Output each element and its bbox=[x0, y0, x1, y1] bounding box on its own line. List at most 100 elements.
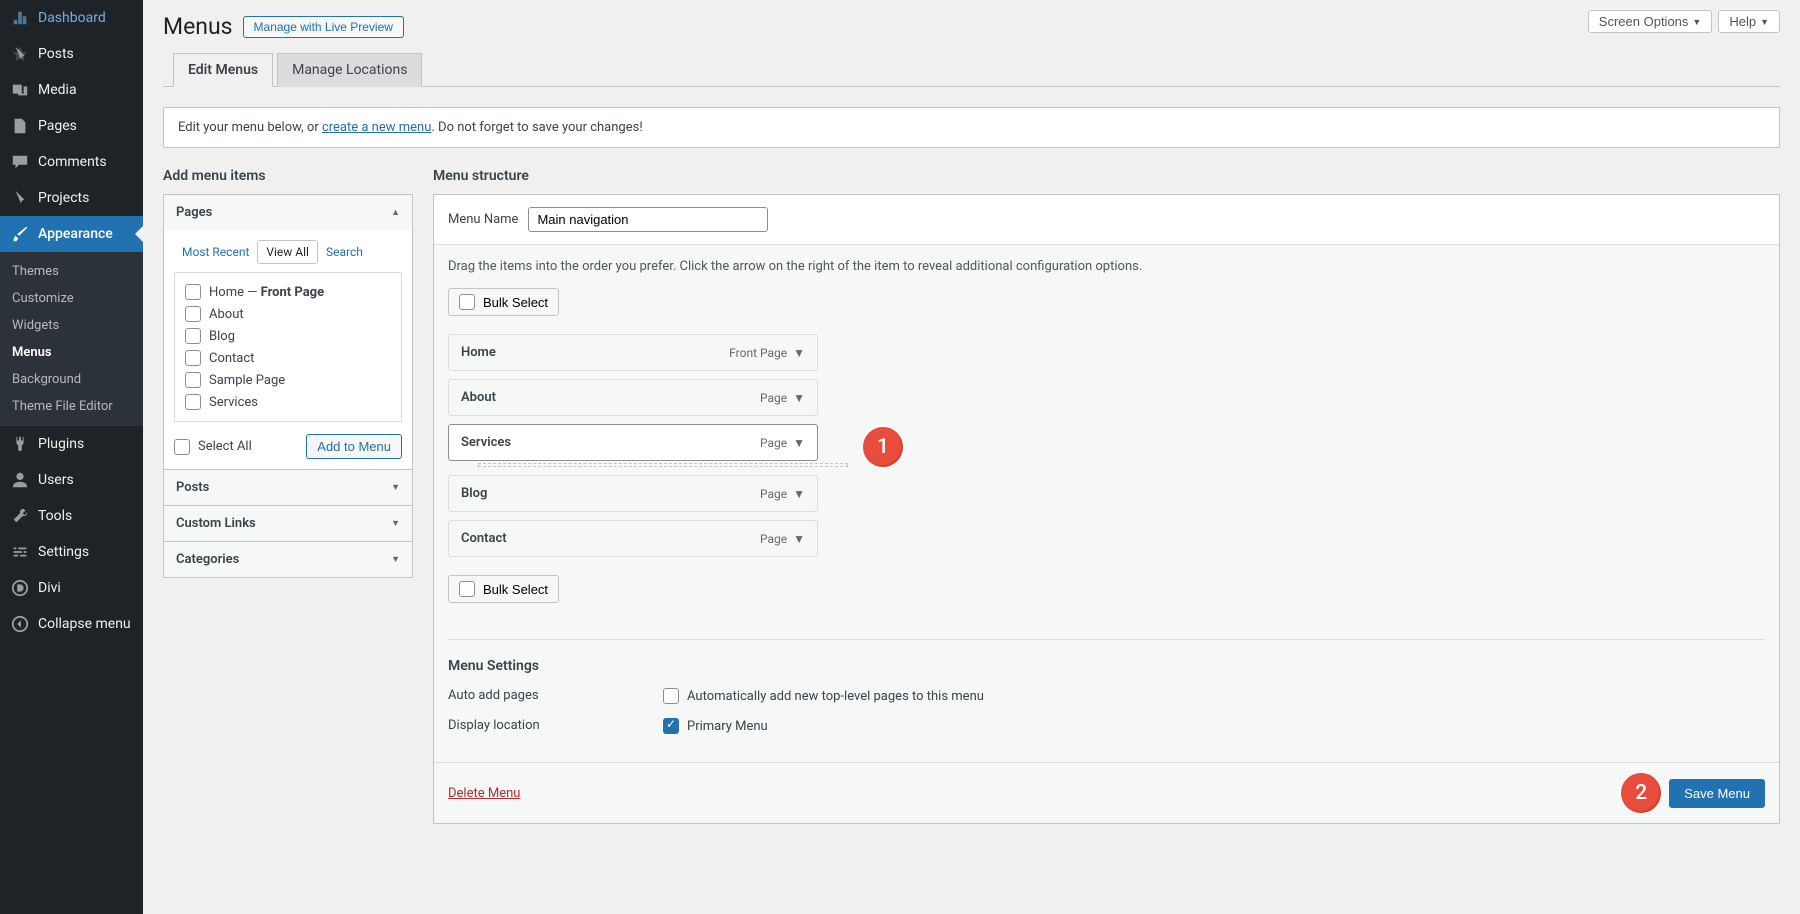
checkbox[interactable] bbox=[174, 439, 190, 455]
create-menu-link[interactable]: create a new menu bbox=[322, 120, 431, 135]
add-to-menu-button[interactable]: Add to Menu bbox=[306, 434, 402, 459]
menu-item-type: Front Page bbox=[729, 346, 787, 360]
checkbox[interactable] bbox=[185, 372, 201, 388]
screen-options-button[interactable]: Screen Options ▼ bbox=[1588, 10, 1713, 33]
bulk-select-button-top[interactable]: Bulk Select bbox=[448, 288, 559, 316]
chevron-down-icon: ▼ bbox=[391, 554, 400, 565]
save-menu-button[interactable]: Save Menu bbox=[1669, 779, 1765, 808]
menu-item-label: Blog bbox=[461, 486, 487, 501]
delete-menu-link[interactable]: Delete Menu bbox=[448, 786, 520, 801]
sidebar-item-divi[interactable]: Divi bbox=[0, 570, 143, 606]
submenu-customize[interactable]: Customize bbox=[0, 285, 143, 312]
chevron-down-icon[interactable]: ▼ bbox=[793, 532, 805, 546]
media-icon bbox=[10, 80, 30, 100]
tab-edit-menus[interactable]: Edit Menus bbox=[173, 53, 273, 87]
tabs: Edit Menus Manage Locations bbox=[163, 52, 1780, 87]
inner-tab-search[interactable]: Search bbox=[318, 241, 371, 263]
chevron-down-icon[interactable]: ▼ bbox=[793, 346, 805, 360]
sidebar-item-users[interactable]: Users bbox=[0, 462, 143, 498]
page-title: Menus bbox=[163, 13, 233, 40]
menu-editor: Menu Name Drag the items into the order … bbox=[433, 194, 1780, 824]
live-preview-button[interactable]: Manage with Live Preview bbox=[243, 16, 404, 38]
menu-name-input[interactable] bbox=[528, 207, 768, 232]
chevron-down-icon: ▼ bbox=[1692, 17, 1701, 27]
pin-icon bbox=[10, 188, 30, 208]
sidebar-item-media[interactable]: Media bbox=[0, 72, 143, 108]
sidebar-label: Posts bbox=[38, 46, 74, 62]
checkbox[interactable] bbox=[663, 688, 679, 704]
pin-icon bbox=[10, 44, 30, 64]
add-items-title: Add menu items bbox=[163, 168, 413, 184]
checkbox[interactable] bbox=[185, 350, 201, 366]
callout-1: 1 bbox=[863, 427, 903, 467]
sidebar-item-comments[interactable]: Comments bbox=[0, 144, 143, 180]
info-prefix: Edit your menu below, or bbox=[178, 120, 322, 135]
chevron-down-icon[interactable]: ▼ bbox=[793, 391, 805, 405]
sidebar-item-tools[interactable]: Tools bbox=[0, 498, 143, 534]
appearance-submenu: Themes Customize Widgets Menus Backgroun… bbox=[0, 252, 143, 426]
collapse-icon bbox=[10, 614, 30, 634]
menu-item-about[interactable]: About Page▼ bbox=[448, 379, 818, 416]
auto-add-option-label: Automatically add new top-level pages to… bbox=[687, 689, 984, 704]
bulk-select-label: Bulk Select bbox=[483, 295, 548, 310]
sidebar-item-settings[interactable]: Settings bbox=[0, 534, 143, 570]
checkbox-checked[interactable] bbox=[663, 718, 679, 734]
page-row-services[interactable]: Services bbox=[185, 391, 391, 413]
bulk-select-label: Bulk Select bbox=[483, 582, 548, 597]
submenu-menus[interactable]: Menus bbox=[0, 339, 143, 366]
menu-item-type: Page bbox=[760, 436, 787, 450]
checkbox[interactable] bbox=[185, 284, 201, 300]
pages-list: Home — Front Page About Blog Contact Sam… bbox=[174, 272, 402, 422]
chevron-down-icon[interactable]: ▼ bbox=[793, 487, 805, 501]
sidebar-item-appearance[interactable]: Appearance bbox=[0, 216, 143, 252]
bulk-select-button-bottom[interactable]: Bulk Select bbox=[448, 575, 559, 603]
page-row-contact[interactable]: Contact bbox=[185, 347, 391, 369]
accordion-header-custom-links[interactable]: Custom Links ▼ bbox=[164, 506, 412, 541]
display-location-label: Display location bbox=[448, 718, 663, 738]
sidebar-label: Media bbox=[38, 82, 77, 98]
inner-tab-view-all[interactable]: View All bbox=[257, 240, 318, 264]
checkbox[interactable] bbox=[185, 306, 201, 322]
page-row-sample[interactable]: Sample Page bbox=[185, 369, 391, 391]
menu-item-type: Page bbox=[760, 487, 787, 501]
auto-add-label: Auto add pages bbox=[448, 688, 663, 708]
help-button[interactable]: Help ▼ bbox=[1718, 10, 1780, 33]
checkbox[interactable] bbox=[185, 394, 201, 410]
user-icon bbox=[10, 470, 30, 490]
accordion-header-pages[interactable]: Pages ▲ bbox=[164, 195, 412, 230]
menu-item-contact[interactable]: Contact Page▼ bbox=[448, 520, 818, 557]
primary-menu-checkbox[interactable]: Primary Menu bbox=[663, 718, 768, 734]
chevron-down-icon[interactable]: ▼ bbox=[793, 436, 805, 450]
page-row-blog[interactable]: Blog bbox=[185, 325, 391, 347]
sidebar-item-collapse[interactable]: Collapse menu bbox=[0, 606, 143, 642]
menu-item-blog[interactable]: Blog Page ▼ bbox=[448, 475, 818, 512]
tab-manage-locations[interactable]: Manage Locations bbox=[277, 53, 422, 87]
menu-item-home[interactable]: Home Front Page▼ bbox=[448, 334, 818, 371]
checkbox[interactable] bbox=[185, 328, 201, 344]
accordion-header-posts[interactable]: Posts ▼ bbox=[164, 470, 412, 505]
page-label: Contact bbox=[209, 351, 254, 366]
sidebar-item-pages[interactable]: Pages bbox=[0, 108, 143, 144]
page-row-home[interactable]: Home — Front Page bbox=[185, 281, 391, 303]
accordion-header-categories[interactable]: Categories ▼ bbox=[164, 542, 412, 577]
submenu-background[interactable]: Background bbox=[0, 366, 143, 393]
sidebar-item-plugins[interactable]: Plugins bbox=[0, 426, 143, 462]
submenu-themes[interactable]: Themes bbox=[0, 258, 143, 285]
sidebar-label: Settings bbox=[38, 544, 89, 560]
sidebar-item-projects[interactable]: Projects bbox=[0, 180, 143, 216]
info-suffix: . Do not forget to save your changes! bbox=[431, 120, 642, 135]
submenu-theme-file-editor[interactable]: Theme File Editor bbox=[0, 393, 143, 420]
sidebar-label: Pages bbox=[38, 118, 77, 134]
auto-add-checkbox[interactable]: Automatically add new top-level pages to… bbox=[663, 688, 984, 704]
page-row-about[interactable]: About bbox=[185, 303, 391, 325]
checkbox[interactable] bbox=[459, 581, 475, 597]
sidebar-item-posts[interactable]: Posts bbox=[0, 36, 143, 72]
menu-item-services-dragging[interactable]: Services Page▼ bbox=[448, 424, 818, 461]
inner-tab-most-recent[interactable]: Most Recent bbox=[174, 241, 257, 263]
drag-hint: Drag the items into the order you prefer… bbox=[448, 259, 1765, 274]
accordion-header-label: Custom Links bbox=[176, 516, 256, 531]
checkbox[interactable] bbox=[459, 294, 475, 310]
sidebar-item-dashboard[interactable]: Dashboard bbox=[0, 0, 143, 36]
select-all-checkbox[interactable]: Select All bbox=[174, 436, 252, 458]
submenu-widgets[interactable]: Widgets bbox=[0, 312, 143, 339]
